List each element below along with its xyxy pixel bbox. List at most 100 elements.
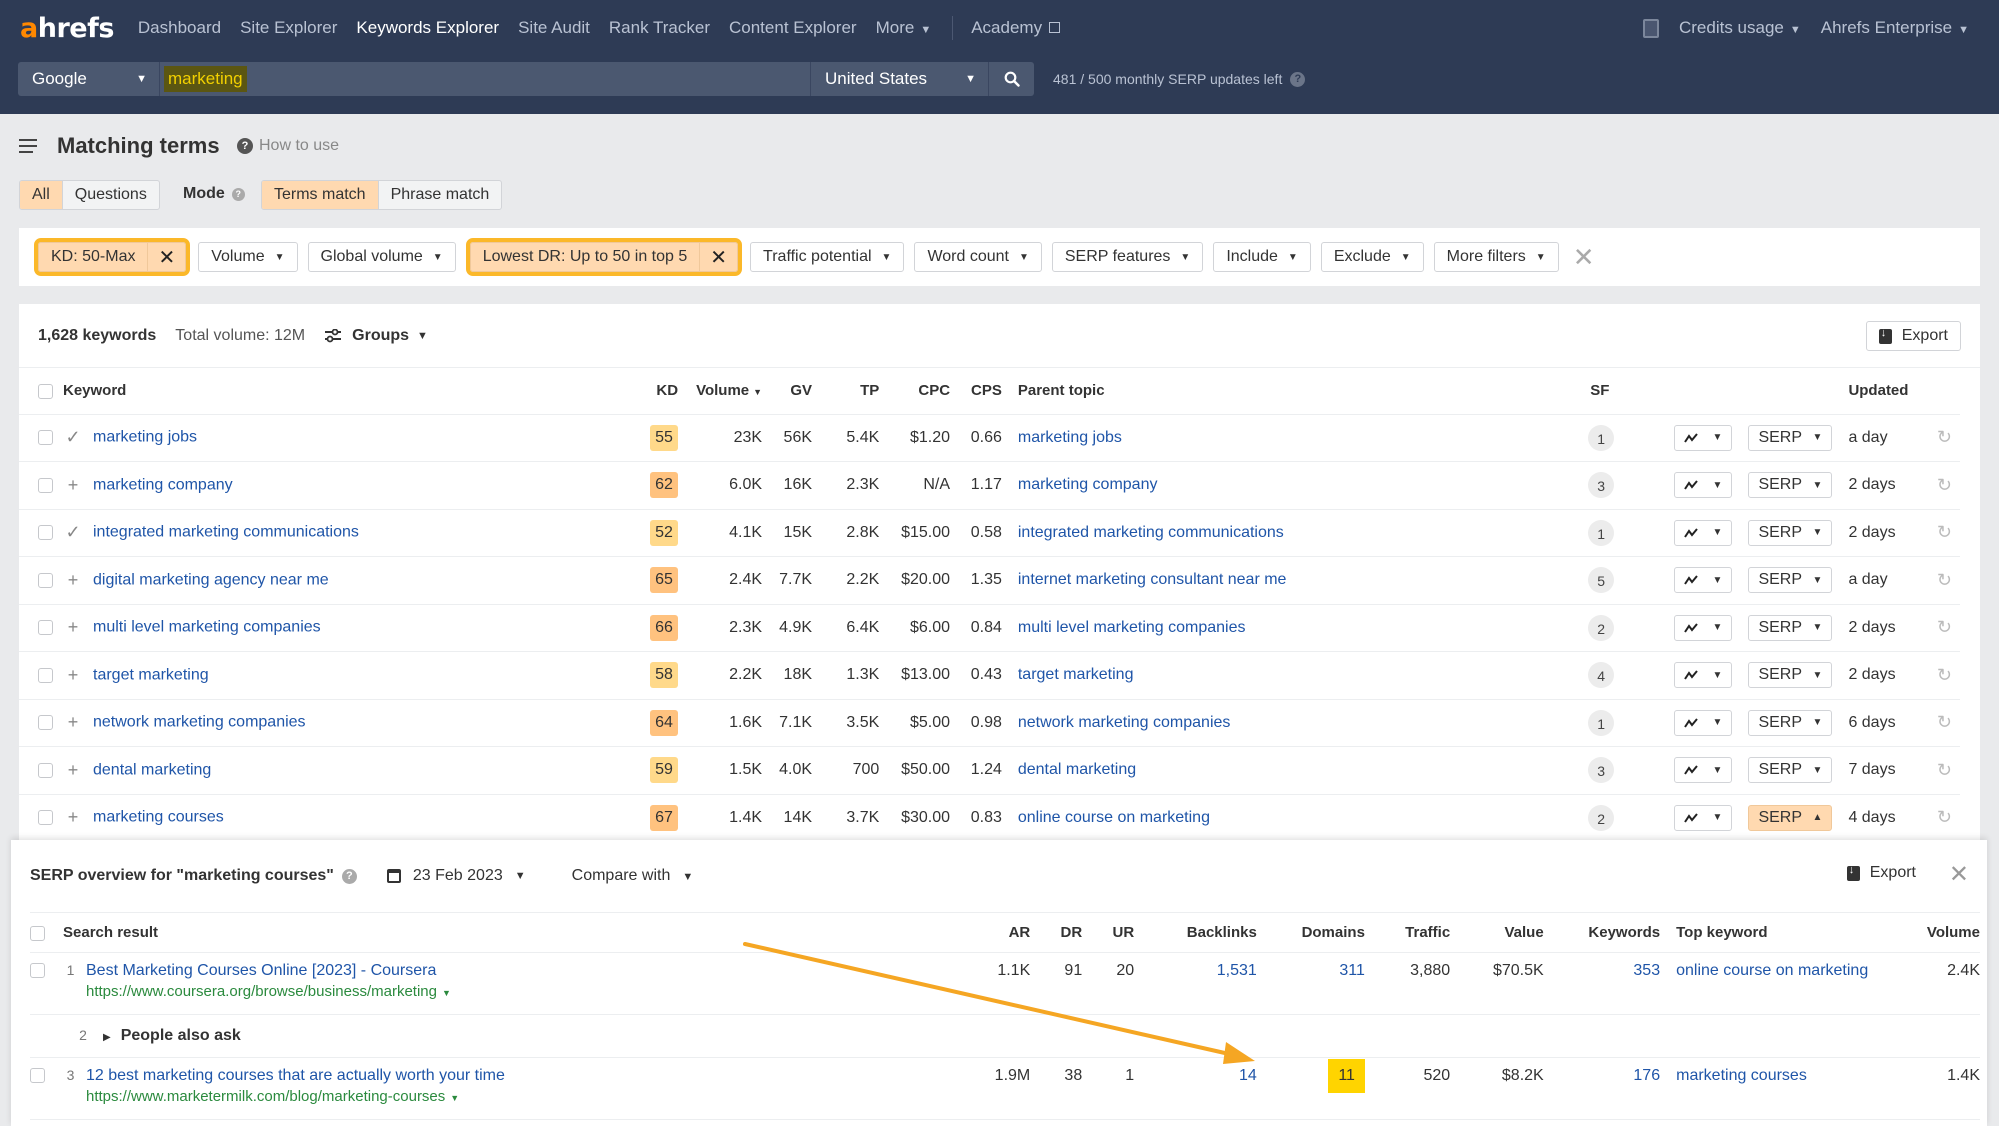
keyword-link[interactable]: marketing company bbox=[93, 476, 233, 493]
serp-button[interactable]: SERP ▼ bbox=[1748, 424, 1833, 451]
clear-filters-icon[interactable]: ✕ bbox=[1573, 242, 1595, 273]
col-kd[interactable]: KD bbox=[513, 368, 689, 415]
expand-icon[interactable]: ▶ bbox=[103, 1032, 111, 1043]
account-menu[interactable]: Ahrefs Enterprise ▼ bbox=[1821, 18, 1969, 38]
nav-site-explorer[interactable]: Site Explorer bbox=[240, 18, 337, 38]
keywords-link[interactable]: 353 bbox=[1633, 962, 1660, 979]
row-checkbox[interactable] bbox=[30, 963, 45, 978]
parent-topic-link[interactable]: marketing company bbox=[1018, 476, 1158, 493]
row-checkbox[interactable] bbox=[30, 1068, 45, 1083]
check-icon[interactable]: ✓ bbox=[63, 427, 83, 448]
result-title-link[interactable]: 12 best marketing courses that are actua… bbox=[86, 1067, 505, 1084]
nav-content-explorer[interactable]: Content Explorer bbox=[729, 18, 857, 38]
top-keyword-link[interactable]: online course on marketing bbox=[1676, 962, 1868, 979]
plus-icon[interactable]: + bbox=[63, 712, 83, 733]
col-dr[interactable]: DR bbox=[1038, 912, 1091, 953]
how-to-use-link[interactable]: ? How to use bbox=[237, 137, 339, 155]
serp-button[interactable]: SERP ▼ bbox=[1748, 757, 1833, 784]
serp-button[interactable]: SERP ▼ bbox=[1748, 709, 1833, 736]
keyword-link[interactable]: dental marketing bbox=[93, 761, 211, 778]
keyword-link[interactable]: network marketing companies bbox=[93, 714, 306, 731]
filter-kd-active[interactable]: KD: 50-Max ✕ bbox=[33, 238, 191, 276]
col-keyword[interactable]: Keyword bbox=[19, 368, 514, 415]
keyword-link[interactable]: integrated marketing communications bbox=[93, 524, 359, 541]
tab-terms-match[interactable]: Terms match bbox=[262, 181, 378, 209]
filter-word-count[interactable]: Word count ▼ bbox=[914, 242, 1042, 272]
keyword-link[interactable]: target marketing bbox=[93, 666, 209, 683]
row-checkbox[interactable] bbox=[38, 525, 53, 541]
ahrefs-logo[interactable]: ahrefs bbox=[20, 13, 114, 44]
help-icon[interactable]: ? bbox=[1290, 71, 1306, 87]
keywords-link[interactable]: 176 bbox=[1633, 1067, 1660, 1084]
plus-icon[interactable]: + bbox=[63, 570, 83, 591]
compare-with-select[interactable]: Compare with ▼ bbox=[572, 867, 694, 885]
parent-topic-link[interactable]: dental marketing bbox=[1018, 761, 1136, 778]
date-select[interactable]: 23 Feb 2023 ▼ bbox=[386, 867, 526, 885]
filter-lowest-dr-active[interactable]: Lowest DR: Up to 50 in top 5 ✕ bbox=[465, 238, 743, 276]
nav-rank-tracker[interactable]: Rank Tracker bbox=[609, 18, 710, 38]
result-url[interactable]: https://www.marketermilk.com/blog/market… bbox=[86, 1088, 505, 1105]
col-updated[interactable]: Updated bbox=[1840, 368, 1921, 415]
select-all-checkbox[interactable] bbox=[30, 925, 45, 941]
domains-highlighted-value[interactable]: 11 bbox=[1328, 1059, 1365, 1093]
refresh-icon[interactable]: ↻ bbox=[1937, 475, 1952, 495]
monitor-icon[interactable] bbox=[1642, 18, 1659, 38]
trend-button[interactable]: ▼ bbox=[1674, 614, 1733, 641]
col-volume[interactable]: Volume ▼ bbox=[688, 368, 771, 415]
trend-button[interactable]: ▼ bbox=[1674, 519, 1733, 546]
select-all-checkbox[interactable] bbox=[38, 383, 53, 399]
remove-filter-icon[interactable]: ✕ bbox=[699, 243, 737, 271]
col-tp[interactable]: TP bbox=[820, 368, 888, 415]
plus-icon[interactable]: + bbox=[63, 617, 83, 638]
refresh-icon[interactable]: ↻ bbox=[1937, 617, 1952, 637]
top-keyword-link[interactable]: marketing courses bbox=[1676, 1067, 1807, 1084]
col-gv[interactable]: GV bbox=[770, 368, 821, 415]
close-icon[interactable]: ✕ bbox=[1949, 860, 1969, 889]
trend-button[interactable]: ▼ bbox=[1674, 757, 1733, 784]
nav-more[interactable]: More ▼ bbox=[876, 18, 932, 38]
keyword-input[interactable]: marketing bbox=[159, 62, 810, 96]
refresh-icon[interactable]: ↻ bbox=[1937, 522, 1952, 542]
col-sf[interactable]: SF bbox=[1588, 368, 1648, 415]
filter-traffic-potential[interactable]: Traffic potential ▼ bbox=[750, 242, 905, 272]
row-checkbox[interactable] bbox=[38, 762, 53, 778]
plus-icon[interactable]: + bbox=[63, 665, 83, 686]
backlinks-link[interactable]: 1,531 bbox=[1217, 962, 1257, 979]
refresh-icon[interactable]: ↻ bbox=[1937, 712, 1952, 732]
filter-serp-features[interactable]: SERP features ▼ bbox=[1051, 242, 1204, 272]
refresh-icon[interactable]: ↻ bbox=[1937, 807, 1952, 827]
serp-export-button[interactable]: Export bbox=[1846, 864, 1916, 882]
col-ur[interactable]: UR bbox=[1090, 912, 1143, 953]
refresh-icon[interactable]: ↻ bbox=[1937, 665, 1952, 685]
row-checkbox[interactable] bbox=[38, 667, 53, 683]
col-keywords[interactable]: Keywords bbox=[1551, 912, 1669, 953]
refresh-icon[interactable]: ↻ bbox=[1937, 570, 1952, 590]
col-top-keyword[interactable]: Top keyword bbox=[1668, 912, 1897, 953]
serp-features-count[interactable]: 3 bbox=[1588, 472, 1615, 499]
keyword-link[interactable]: multi level marketing companies bbox=[93, 619, 321, 636]
col-cpc[interactable]: CPC bbox=[887, 368, 959, 415]
row-checkbox[interactable] bbox=[38, 572, 53, 588]
filter-exclude[interactable]: Exclude ▼ bbox=[1320, 242, 1424, 272]
plus-icon[interactable]: + bbox=[63, 475, 83, 496]
trend-button[interactable]: ▼ bbox=[1674, 567, 1733, 594]
nav-keywords-explorer[interactable]: Keywords Explorer bbox=[356, 18, 499, 38]
result-url[interactable]: https://www.coursera.org/browse/business… bbox=[86, 983, 451, 1000]
serp-features-count[interactable]: 1 bbox=[1588, 519, 1615, 546]
parent-topic-link[interactable]: internet marketing consultant near me bbox=[1018, 571, 1287, 588]
backlinks-link[interactable]: 14 bbox=[1239, 1067, 1257, 1084]
menu-icon[interactable] bbox=[19, 139, 37, 153]
serp-button[interactable]: SERP ▼ bbox=[1748, 519, 1833, 546]
serp-button[interactable]: SERP ▼ bbox=[1748, 567, 1833, 594]
row-checkbox[interactable] bbox=[38, 477, 53, 493]
col-ar[interactable]: AR bbox=[965, 912, 1039, 953]
col-domains[interactable]: Domains bbox=[1264, 912, 1373, 953]
parent-topic-link[interactable]: marketing jobs bbox=[1018, 429, 1122, 446]
refresh-icon[interactable]: ↻ bbox=[1937, 760, 1952, 780]
people-also-ask-label[interactable]: People also ask bbox=[121, 1027, 241, 1044]
parent-topic-link[interactable]: target marketing bbox=[1018, 666, 1134, 683]
country-select[interactable]: United States ▼ bbox=[810, 62, 988, 96]
col-parent-topic[interactable]: Parent topic bbox=[1009, 368, 1589, 415]
tab-all[interactable]: All bbox=[20, 181, 62, 209]
serp-button[interactable]: SERP ▼ bbox=[1748, 662, 1833, 689]
